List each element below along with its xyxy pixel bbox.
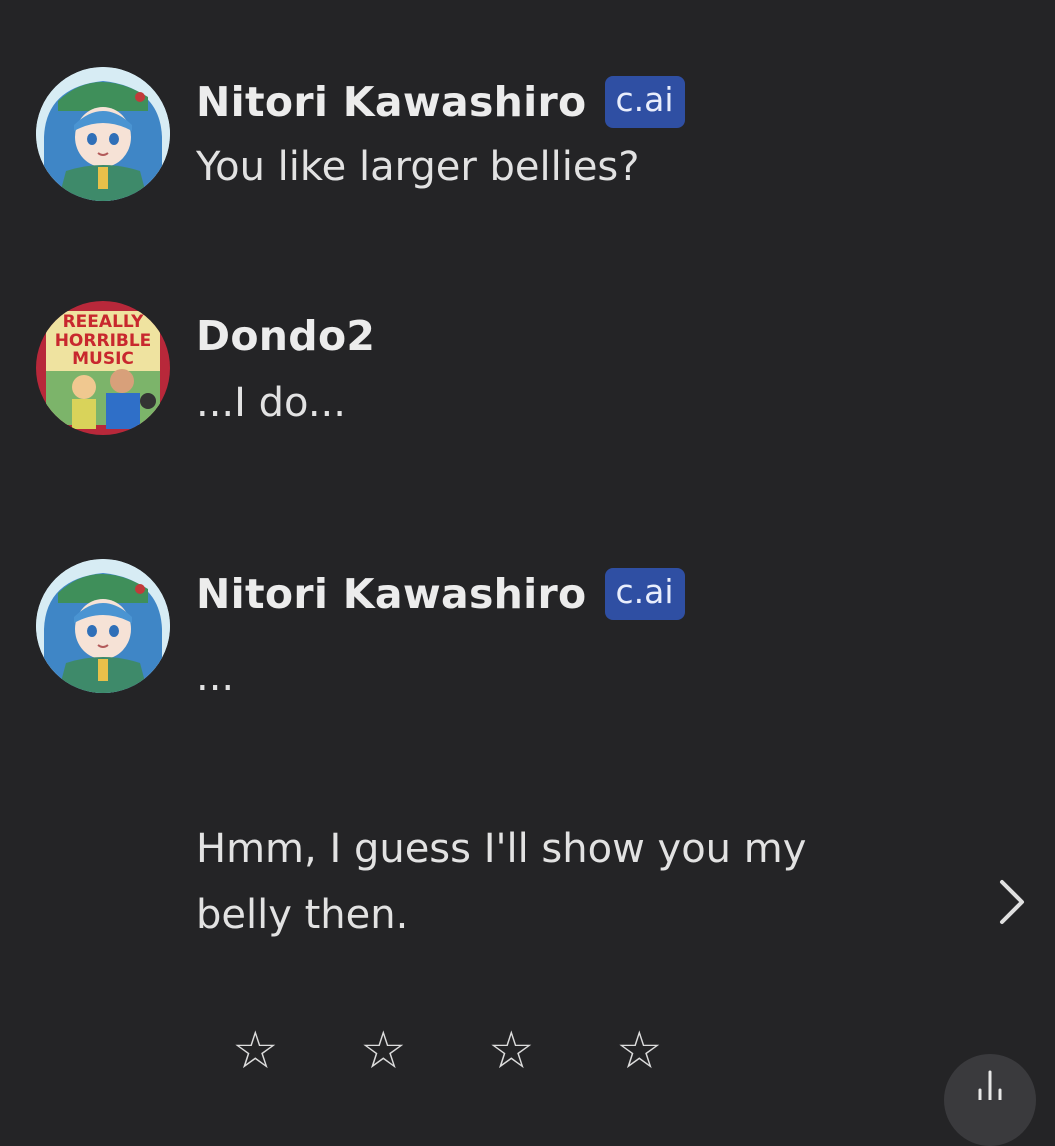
avatar[interactable]: REEALLY HORRIBLE MUSIC xyxy=(36,301,170,435)
avatar-image xyxy=(36,67,170,201)
star-icon[interactable]: ☆ xyxy=(614,1018,742,1084)
sender-name[interactable]: Dondo2 xyxy=(196,312,375,360)
avatar-text: MUSIC xyxy=(72,349,134,369)
avatar-image: REEALLY HORRIBLE MUSIC xyxy=(36,301,170,435)
chevron-right-icon[interactable] xyxy=(992,878,1032,926)
message-header: Dondo2 xyxy=(196,308,375,364)
avatar-text: REEALLY xyxy=(63,312,144,332)
message-header: Nitori Kawashiro c.ai xyxy=(196,74,685,130)
ai-badge: c.ai xyxy=(604,76,685,128)
sender-name[interactable]: Nitori Kawashiro xyxy=(196,570,587,618)
rating-stars: ☆ ☆ ☆ ☆ xyxy=(230,1018,742,1084)
message-text: belly then. xyxy=(196,892,409,938)
scroll-down-icon xyxy=(978,1070,1002,1100)
avatar-text: HORRIBLE xyxy=(55,331,152,351)
message-text: ...I do... xyxy=(196,380,346,426)
message-text: You like larger bellies? xyxy=(196,144,640,190)
message-header: Nitori Kawashiro c.ai xyxy=(196,566,685,622)
message-text: Hmm, I guess I'll show you my xyxy=(196,826,807,872)
sender-name[interactable]: Nitori Kawashiro xyxy=(196,78,587,126)
ai-badge: c.ai xyxy=(604,568,685,620)
avatar[interactable] xyxy=(36,67,170,201)
avatar-image xyxy=(36,559,170,693)
star-icon[interactable]: ☆ xyxy=(486,1018,614,1084)
star-icon[interactable]: ☆ xyxy=(358,1018,486,1084)
star-icon[interactable]: ☆ xyxy=(230,1018,358,1084)
avatar[interactable] xyxy=(36,559,170,693)
message-text: ... xyxy=(196,654,235,700)
